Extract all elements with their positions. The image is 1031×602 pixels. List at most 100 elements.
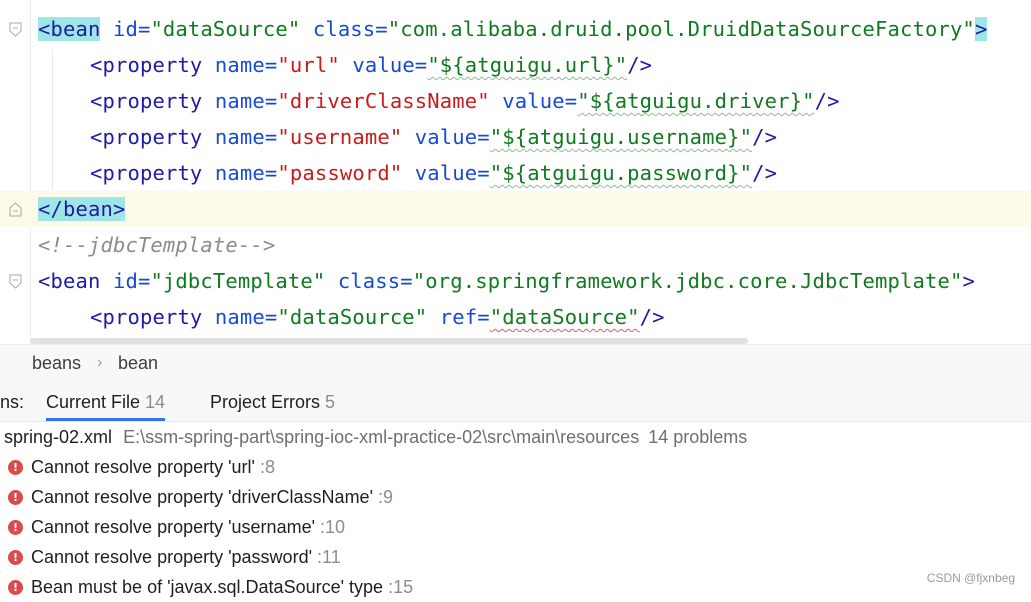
problem-count: 14 problems [648, 427, 748, 447]
attr-value: "dataSource" [277, 305, 428, 329]
code-text: <property name="url" value="${atguigu.ur… [90, 47, 652, 83]
error-icon: ! [8, 580, 23, 595]
tag-close: /> [752, 125, 778, 149]
attr-name: name= [202, 53, 278, 77]
fold-open-icon[interactable] [9, 22, 22, 37]
attr-name: id= [100, 269, 151, 293]
problem-item[interactable]: ! Cannot resolve property 'url' :8 [0, 452, 1031, 482]
chevron-right-icon: › [97, 354, 103, 371]
problem-file-row[interactable]: spring-02.xml E:\ssm-spring-part\spring-… [0, 422, 1031, 452]
attr-name: name= [202, 161, 278, 185]
attr-name: class= [300, 17, 388, 41]
attr-name: value= [402, 161, 490, 185]
code-text: <bean id="jdbcTemplate" class="org.sprin… [38, 263, 975, 299]
attr-value: "${atguigu.driver}" [577, 89, 815, 113]
attr-value: "org.springframework.jdbc.core.JdbcTempl… [412, 269, 963, 293]
tag-open: <property [90, 125, 203, 149]
code-line-property-datasource[interactable]: <property name="dataSource" ref="dataSou… [0, 299, 1031, 335]
attr-value: "com.alibaba.druid.pool.DruidDataSourceF… [387, 17, 975, 41]
tab-project-errors[interactable]: Project Errors 5 [210, 381, 335, 423]
error-icon: ! [8, 490, 23, 505]
attr-value: "username" [277, 125, 403, 149]
problem-message: Cannot resolve property 'username' :10 [31, 512, 345, 542]
attr-value: "password" [277, 161, 403, 185]
error-icon: ! [8, 460, 23, 475]
problem-message: Cannot resolve property 'driverClassName… [31, 482, 393, 512]
problem-line: :8 [260, 457, 276, 477]
problem-line: :15 [388, 577, 414, 597]
code-text: <property name="driverClassName" value="… [90, 83, 840, 119]
problem-message: Cannot resolve property 'password' :11 [31, 542, 341, 572]
tab-label: Current File [46, 392, 141, 412]
attr-value: "dataSource" [150, 17, 301, 41]
tab-current-file[interactable]: Current File 14 [46, 381, 166, 421]
tag-close: > [974, 17, 988, 41]
code-text: <property name="dataSource" ref="dataSou… [90, 299, 665, 335]
attr-value: "dataSource" [489, 305, 640, 329]
problem-message-text: Cannot resolve property 'password' [31, 547, 313, 567]
tag-close: /> [814, 89, 840, 113]
breadcrumb-item-beans[interactable]: beans [32, 345, 81, 381]
problem-item[interactable]: ! Cannot resolve property 'username' :10 [0, 512, 1031, 542]
tag-open: <property [90, 161, 203, 185]
tag-open: </bean [38, 197, 113, 221]
tag-close: > [112, 197, 126, 221]
watermark: CSDN @fjxnbeg [926, 571, 1015, 585]
attr-name: name= [202, 305, 278, 329]
code-line-partial [0, 0, 1031, 10]
code-line-bean-jdbctemplate[interactable]: <bean id="jdbcTemplate" class="org.sprin… [0, 263, 1031, 299]
code-line-property-url[interactable]: <property name="url" value="${atguigu.ur… [0, 47, 1031, 83]
problem-message-text: Bean must be of 'javax.sql.DataSource' t… [31, 577, 384, 597]
problem-line: :10 [320, 517, 346, 537]
code-line-property-driver[interactable]: <property name="driverClassName" value="… [0, 83, 1031, 119]
tab-label: Project Errors [210, 392, 321, 412]
breadcrumb: beans › bean [0, 344, 1031, 382]
code-text: <bean id="dataSource" class="com.alibaba… [38, 11, 988, 47]
problem-line: :9 [378, 487, 394, 507]
fold-end-icon[interactable] [9, 202, 22, 217]
code-line-bean-datasource[interactable]: <bean id="dataSource" class="com.alibaba… [0, 11, 1031, 47]
code-line-comment[interactable]: <!--jdbcTemplate--> [0, 227, 1031, 263]
code-line-property-username[interactable]: <property name="username" value="${atgui… [0, 119, 1031, 155]
problems-list: spring-02.xml E:\ssm-spring-part\spring-… [0, 422, 1031, 597]
attr-value: "${atguigu.password}" [489, 161, 753, 185]
tab-count: 14 [145, 392, 166, 412]
problem-line: :11 [317, 547, 341, 567]
attr-name: name= [202, 89, 278, 113]
code-line-bean-close[interactable]: </bean> [0, 191, 1031, 227]
attr-name: name= [202, 125, 278, 149]
attr-name: value= [402, 125, 490, 149]
code-text: <property name="username" value="${atgui… [90, 119, 777, 155]
tag-close: > [962, 269, 975, 293]
problem-message-text: Cannot resolve property 'url' [31, 457, 255, 477]
tag-close: /> [639, 305, 665, 329]
tag-open: <property [90, 305, 203, 329]
attr-name: ref= [427, 305, 490, 329]
tag-open: <property [90, 89, 203, 113]
problem-item[interactable]: ! Cannot resolve property 'password' :11 [0, 542, 1031, 572]
tag-close: /> [752, 161, 778, 185]
code-text: <property name="password" value="${atgui… [90, 155, 777, 191]
code-comment: <!--jdbcTemplate--> [38, 233, 276, 257]
problem-message-text: Cannot resolve property 'driverClassName… [31, 487, 374, 507]
tag-open: <property [90, 53, 203, 77]
problem-item[interactable]: ! Cannot resolve property 'driverClassNa… [0, 482, 1031, 512]
attr-value: "${atguigu.username}" [489, 125, 753, 149]
attr-name: class= [325, 269, 413, 293]
attr-value: "url" [277, 53, 340, 77]
breadcrumb-item-bean[interactable]: bean [118, 345, 158, 381]
problems-tabs: ns: Current File 14 Project Errors 5 [0, 381, 1031, 422]
tag-open: <bean [38, 17, 101, 41]
attr-name: value= [339, 53, 428, 77]
code-line-property-password[interactable]: <property name="password" value="${atgui… [0, 155, 1031, 191]
attr-value: "driverClassName" [277, 89, 490, 113]
problem-file-name: spring-02.xml [4, 427, 113, 447]
fold-open-icon[interactable] [9, 274, 22, 289]
tabs-prefix-label: ns: [0, 392, 25, 412]
attr-value: "jdbcTemplate" [150, 269, 326, 293]
tag-close: /> [627, 53, 653, 77]
error-icon: ! [8, 550, 23, 565]
error-icon: ! [8, 520, 23, 535]
code-editor[interactable]: <bean id="dataSource" class="com.alibaba… [0, 0, 1031, 344]
problem-item[interactable]: ! Bean must be of 'javax.sql.DataSource'… [0, 572, 1031, 602]
